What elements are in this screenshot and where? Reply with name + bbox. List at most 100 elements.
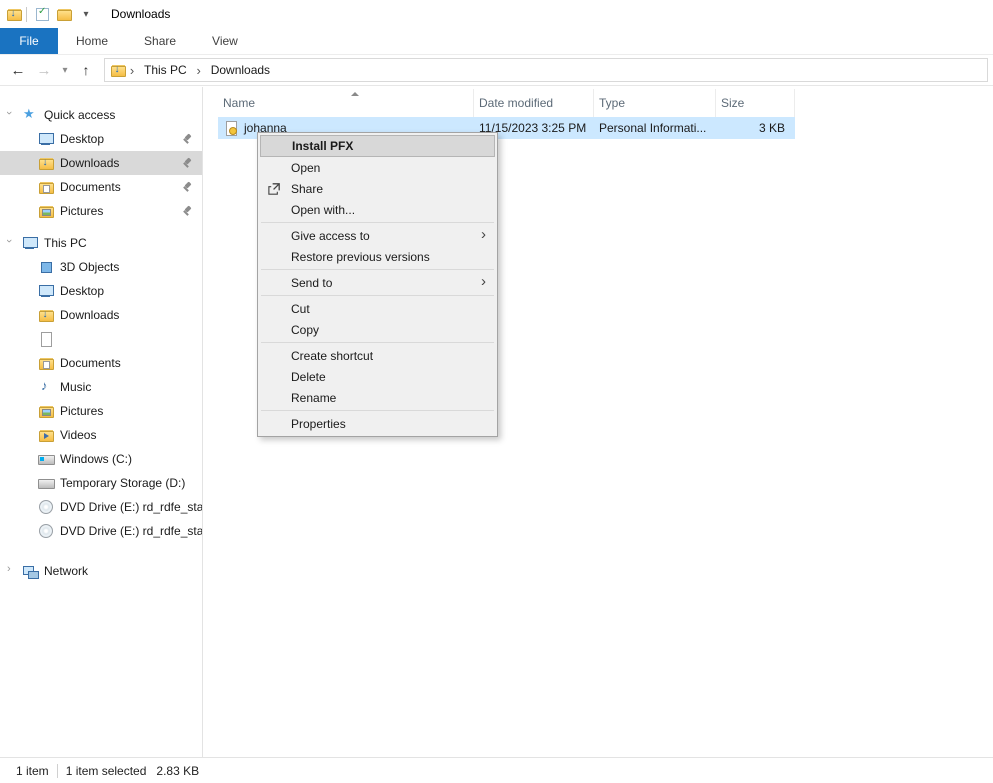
sidebar-item-desktop[interactable]: Desktop: [0, 127, 202, 151]
window-title: Downloads: [111, 7, 170, 21]
music-note-icon: [38, 379, 54, 395]
chevron-right-icon[interactable]: [7, 563, 19, 575]
ribbon-tab-bar: File Home Share View: [0, 28, 993, 55]
pin-icon: [180, 156, 194, 170]
sidebar-item-label: Videos: [60, 428, 96, 442]
pictures-icon: [38, 403, 54, 419]
sidebar-network[interactable]: Network: [0, 559, 202, 583]
chevron-down-icon[interactable]: [7, 107, 19, 119]
sidebar-item-pictures[interactable]: Pictures: [0, 199, 202, 223]
menu-item-cut[interactable]: Cut: [260, 298, 495, 319]
breadcrumb-chevron-icon[interactable]: [193, 63, 205, 78]
breadcrumb-this-pc[interactable]: This PC: [138, 63, 193, 77]
column-label: Date modified: [479, 96, 553, 110]
network-icon: [22, 563, 38, 579]
sidebar-quick-access[interactable]: Quick access: [0, 103, 202, 127]
sidebar-item-label: DVD Drive (E:) rd_rdfe_stable.T: [60, 524, 202, 538]
sidebar-item-label: Windows (C:): [60, 452, 132, 466]
status-divider: [57, 764, 58, 778]
sidebar-item-downloads-pc[interactable]: Downloads: [0, 303, 202, 327]
menu-separator: [261, 295, 494, 296]
column-header-type[interactable]: Type: [594, 89, 716, 117]
sidebar-item-pictures-pc[interactable]: Pictures: [0, 399, 202, 423]
sidebar-item-unnamed[interactable]: [0, 327, 202, 351]
sidebar-item-3d-objects[interactable]: 3D Objects: [0, 255, 202, 279]
sidebar-item-dvd-drive-1[interactable]: DVD Drive (E:) rd_rdfe_stable: [0, 495, 202, 519]
sidebar-item-label: 3D Objects: [60, 260, 119, 274]
sidebar-item-videos[interactable]: Videos: [0, 423, 202, 447]
monitor-icon: [38, 283, 54, 299]
qat-divider: [26, 7, 27, 22]
menu-item-label: Share: [291, 182, 323, 196]
selection-size: 2.83 KB: [156, 764, 199, 778]
sidebar-item-dvd-drive-2[interactable]: DVD Drive (E:) rd_rdfe_stable.T: [0, 519, 202, 543]
navigation-bar: This PC Downloads: [0, 55, 993, 86]
column-header-date-modified[interactable]: Date modified: [474, 89, 594, 117]
address-bar[interactable]: This PC Downloads: [104, 58, 988, 82]
column-label: Type: [599, 96, 625, 110]
tab-file[interactable]: File: [0, 28, 58, 54]
menu-item-delete[interactable]: Delete: [260, 366, 495, 387]
titlebar: Downloads: [0, 0, 993, 28]
back-button[interactable]: [5, 58, 31, 82]
sort-ascending-icon: [351, 92, 359, 96]
sidebar-item-music[interactable]: Music: [0, 375, 202, 399]
column-header-name[interactable]: Name: [218, 89, 474, 117]
sidebar-item-label: DVD Drive (E:) rd_rdfe_stable: [60, 500, 202, 514]
qat-new-folder-button[interactable]: [53, 3, 75, 25]
cube-icon: [38, 259, 54, 275]
menu-item-share[interactable]: Share: [260, 178, 495, 199]
selection-count: 1 item selected: [66, 764, 147, 778]
item-count: 1 item: [16, 764, 49, 778]
column-header-size[interactable]: Size: [716, 89, 795, 117]
address-downloads-icon: [110, 62, 126, 78]
sidebar-item-label: Temporary Storage (D:): [60, 476, 185, 490]
menu-item-restore-previous-versions[interactable]: Restore previous versions: [260, 246, 495, 267]
navigation-pane: Quick access Desktop Downloads Documents…: [0, 87, 203, 757]
menu-item-install-pfx[interactable]: Install PFX: [260, 135, 495, 157]
sidebar-item-temporary-storage-d[interactable]: Temporary Storage (D:): [0, 471, 202, 495]
sidebar-item-label: Documents: [60, 180, 121, 194]
sidebar-gap: [0, 543, 202, 559]
forward-button[interactable]: [31, 58, 57, 82]
menu-item-create-shortcut[interactable]: Create shortcut: [260, 345, 495, 366]
up-button[interactable]: [73, 58, 99, 82]
context-menu: Install PFX Open Share Open with... Give…: [257, 132, 498, 437]
menu-item-give-access-to[interactable]: Give access to: [260, 225, 495, 246]
downloads-location-icon: [6, 6, 22, 22]
menu-item-rename[interactable]: Rename: [260, 387, 495, 408]
chevron-down-icon[interactable]: [7, 235, 19, 247]
tab-home[interactable]: Home: [58, 28, 126, 54]
pin-icon: [180, 204, 194, 218]
menu-item-properties[interactable]: Properties: [260, 413, 495, 434]
sidebar-section-label: Network: [44, 564, 88, 578]
certificate-file-icon: [223, 120, 239, 136]
downloads-icon: [38, 307, 54, 323]
qat-properties-button[interactable]: [31, 3, 53, 25]
menu-item-send-to[interactable]: Send to: [260, 272, 495, 293]
sidebar-section-label: Quick access: [44, 108, 115, 122]
qat-customize-dropdown-icon[interactable]: [75, 3, 97, 25]
drive-icon: [38, 475, 54, 491]
sidebar-item-desktop-pc[interactable]: Desktop: [0, 279, 202, 303]
tab-share[interactable]: Share: [126, 28, 194, 54]
breadcrumb-chevron-icon[interactable]: [126, 63, 138, 78]
menu-item-open[interactable]: Open: [260, 157, 495, 178]
status-bar: 1 item 1 item selected 2.83 KB: [0, 757, 993, 783]
sidebar-item-downloads[interactable]: Downloads: [0, 151, 202, 175]
sidebar-item-documents[interactable]: Documents: [0, 175, 202, 199]
sidebar-item-label: Music: [60, 380, 91, 394]
sidebar-item-documents-pc[interactable]: Documents: [0, 351, 202, 375]
menu-item-open-with[interactable]: Open with...: [260, 199, 495, 220]
pictures-icon: [38, 203, 54, 219]
recent-locations-dropdown-icon[interactable]: [57, 58, 73, 82]
tab-view[interactable]: View: [194, 28, 256, 54]
file-size: 3 KB: [716, 121, 795, 135]
menu-item-copy[interactable]: Copy: [260, 319, 495, 340]
breadcrumb-downloads[interactable]: Downloads: [205, 63, 276, 77]
menu-separator: [261, 269, 494, 270]
sidebar-this-pc[interactable]: This PC: [0, 231, 202, 255]
sidebar-gap: [0, 223, 202, 231]
sidebar-item-windows-c[interactable]: Windows (C:): [0, 447, 202, 471]
windows-drive-icon: [38, 451, 54, 467]
